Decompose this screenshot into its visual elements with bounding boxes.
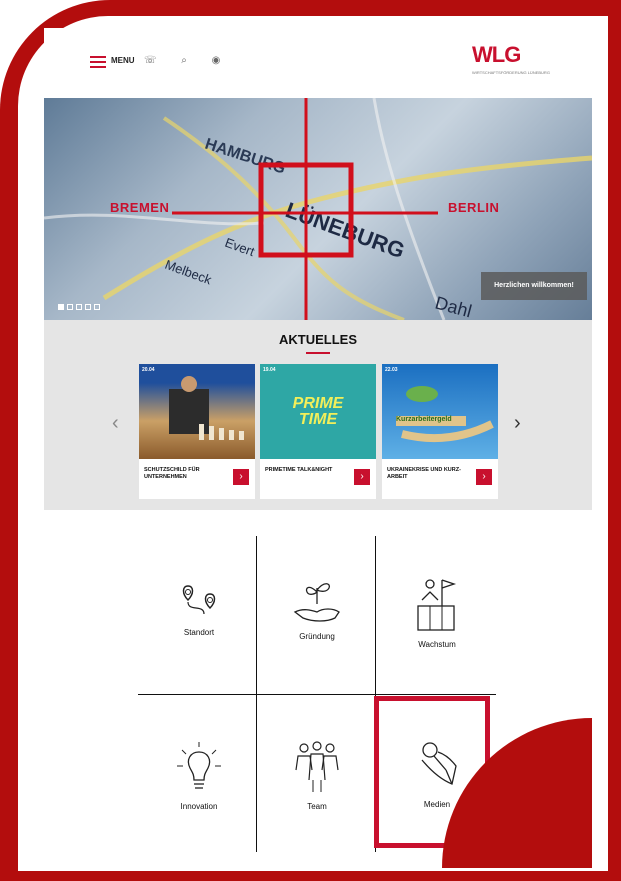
tile-label: Innovation xyxy=(180,802,218,811)
slider-dot[interactable] xyxy=(85,304,91,310)
businessman-dominoes-image xyxy=(169,376,244,440)
logo-text: WLG xyxy=(472,42,521,67)
tile-label: Team xyxy=(307,802,327,811)
news-card-image: Kurzarbeitergeld xyxy=(382,364,498,459)
slider-dot[interactable] xyxy=(67,304,73,310)
slider-dots xyxy=(58,304,100,310)
heading-underline xyxy=(306,352,330,354)
kurzarbeitergeld-text: Kurzarbeitergeld xyxy=(396,416,452,423)
news-card-date: 22.03 xyxy=(385,367,398,373)
phone-icon[interactable]: ☏ xyxy=(144,55,157,67)
hamburger-icon[interactable] xyxy=(90,56,106,68)
tile-wachstum[interactable]: Wachstum xyxy=(382,576,492,696)
logo[interactable]: WLG WIRTSCHAFTSFÖRDERUNG LÜNEBURG xyxy=(472,42,562,92)
tile-label: Wachstum xyxy=(418,640,456,649)
arrow-right-icon[interactable]: › xyxy=(476,469,492,485)
website-screen: MENU ☏ ⌕ ◉ WLG WIRTSCHAFTSFÖRDERUNG LÜNE… xyxy=(44,28,592,868)
news-heading: AKTUELLES xyxy=(279,332,357,347)
tile-team[interactable]: Team xyxy=(262,740,372,860)
svg-text:Melbeck: Melbeck xyxy=(163,257,214,288)
city-label-left: BREMEN xyxy=(110,200,170,215)
svg-text:Evert: Evert xyxy=(223,235,257,260)
location-icon[interactable]: ◉ xyxy=(210,55,222,67)
tile-label: Gründung xyxy=(299,632,335,641)
slider-dot[interactable] xyxy=(94,304,100,310)
news-card-image xyxy=(139,364,255,459)
slider-dot[interactable] xyxy=(58,304,64,310)
tile-standort[interactable]: Standort xyxy=(144,582,254,702)
news-card-image: PRIME TIME xyxy=(260,364,376,459)
svg-text:Dahl: Dahl xyxy=(433,293,474,320)
news-card-date: 20.04 xyxy=(142,367,155,373)
plant-hand-icon xyxy=(293,583,340,622)
tile-innovation[interactable]: Innovation xyxy=(144,740,254,860)
news-card-title: UKRAINEKRISE UND KURZ-ARBEIT xyxy=(387,467,461,480)
route-pin-icon xyxy=(182,585,216,615)
carousel-next-icon[interactable]: › xyxy=(514,412,521,435)
tile-gruendung[interactable]: Gründung xyxy=(262,578,372,698)
arrow-right-icon[interactable]: › xyxy=(233,469,249,485)
prime-time-graphic: PRIME TIME xyxy=(292,395,344,428)
search-icon[interactable]: ⌕ xyxy=(178,55,190,67)
logo-subtitle: WIRTSCHAFTSFÖRDERUNG LÜNEBURG xyxy=(472,70,550,75)
slider-dot[interactable] xyxy=(76,304,82,310)
news-card-title: SCHUTZSCHILD FÜR UNTERNEHMEN xyxy=(144,467,200,480)
news-card-title: PRIMETIME TALK&NIGHT xyxy=(265,467,333,473)
arrow-right-icon[interactable]: › xyxy=(354,469,370,485)
podium-flag-icon xyxy=(417,579,457,631)
lightbulb-icon xyxy=(177,742,221,789)
tile-label: Standort xyxy=(183,628,215,637)
carousel-prev-icon[interactable]: ‹ xyxy=(112,412,119,435)
city-label-right: BERLIN xyxy=(448,200,500,215)
site-header: MENU ☏ ⌕ ◉ WLG WIRTSCHAFTSFÖRDERUNG LÜNE… xyxy=(44,28,592,98)
hand-money-image xyxy=(396,386,494,443)
news-card[interactable]: Kurzarbeitergeld 22.03 UKRAINEKRISE UND … xyxy=(382,364,498,499)
news-card[interactable]: PRIME TIME 19.04 PRIMETIME TALK&NIGHT › xyxy=(260,364,376,499)
news-card-date: 19.04 xyxy=(263,367,276,373)
menu-button-label[interactable]: MENU xyxy=(111,56,135,65)
news-card[interactable]: 20.04 SCHUTZSCHILD FÜR UNTERNEHMEN › xyxy=(139,364,255,499)
welcome-button[interactable]: Herzlichen willkommen! xyxy=(481,272,587,300)
team-icon xyxy=(295,741,339,792)
news-section: AKTUELLES ‹ › 20.04 SCHUTZSCHILD FÜR UNT… xyxy=(44,320,592,510)
